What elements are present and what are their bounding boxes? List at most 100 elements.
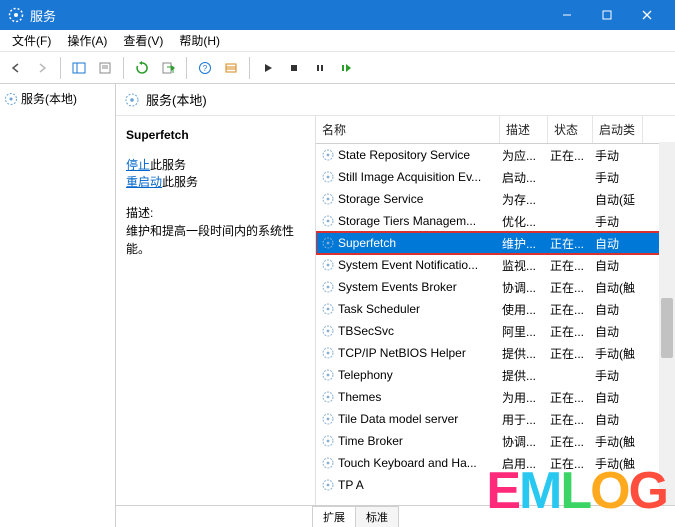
- tab-standard[interactable]: 标准: [355, 506, 399, 527]
- table-row[interactable]: Storage Service为存...自动(延: [316, 188, 675, 210]
- cell-start: 手动: [595, 147, 645, 164]
- cell-desc: 优化...: [502, 213, 550, 230]
- restart-link[interactable]: 重启动: [126, 175, 162, 189]
- header-name[interactable]: 名称: [316, 116, 500, 143]
- table-row[interactable]: Still Image Acquisition Ev...启动...手动: [316, 166, 675, 188]
- menu-view[interactable]: 查看(V): [115, 30, 171, 51]
- table-row[interactable]: Telephony提供...手动: [316, 364, 675, 386]
- table-row[interactable]: TBSecSvc阿里...正在...自动: [316, 320, 675, 342]
- header-start[interactable]: 启动类: [593, 116, 643, 143]
- stop-service-button[interactable]: [282, 56, 306, 80]
- table-row[interactable]: System Events Broker协调...正在...自动(触: [316, 276, 675, 298]
- show-hide-tree-button[interactable]: [67, 56, 91, 80]
- list-header: 名称 描述 状态 启动类: [316, 116, 675, 144]
- tree-root-label: 服务(本地): [21, 90, 77, 107]
- stop-link[interactable]: 停止: [126, 158, 150, 172]
- header-status[interactable]: 状态: [548, 116, 593, 143]
- service-name-heading: Superfetch: [126, 128, 305, 142]
- table-row[interactable]: TP A: [316, 474, 675, 496]
- tab-extended[interactable]: 扩展: [312, 506, 356, 527]
- cell-name: Touch Keyboard and Ha...: [336, 456, 502, 470]
- list-view-button[interactable]: [219, 56, 243, 80]
- cell-status: 正在...: [550, 301, 595, 318]
- tabs: 扩展 标准: [116, 505, 675, 527]
- gear-icon: [4, 92, 18, 106]
- gear-icon: [320, 456, 336, 470]
- restart-service-button[interactable]: [334, 56, 358, 80]
- gear-icon: [320, 236, 336, 250]
- table-row[interactable]: Tile Data model server用于...正在...自动: [316, 408, 675, 430]
- cell-desc: 阿里...: [502, 323, 550, 340]
- maximize-button[interactable]: [587, 0, 627, 30]
- svg-text:?: ?: [203, 64, 208, 73]
- table-row[interactable]: Task Scheduler使用...正在...自动: [316, 298, 675, 320]
- cell-start: 手动(触: [595, 345, 645, 362]
- body: 服务(本地) 服务(本地) Superfetch 停止此服务 重启动此服务 描述…: [0, 84, 675, 527]
- menu-file[interactable]: 文件(F): [4, 30, 59, 51]
- cell-status: 正在...: [550, 323, 595, 340]
- gear-icon: [320, 324, 336, 338]
- cell-desc: 监视...: [502, 257, 550, 274]
- properties-button[interactable]: [93, 56, 117, 80]
- cell-name: Telephony: [336, 368, 502, 382]
- tree-pane: 服务(本地): [0, 84, 116, 527]
- table-row[interactable]: Time Broker协调...正在...手动(触: [316, 430, 675, 452]
- close-button[interactable]: [627, 0, 667, 30]
- toolbar: ?: [0, 52, 675, 84]
- separator: [186, 57, 187, 79]
- table-row[interactable]: System Event Notificatio...监视...正在...自动: [316, 254, 675, 276]
- tree-root-services[interactable]: 服务(本地): [2, 88, 113, 109]
- cell-name: Themes: [336, 390, 502, 404]
- cell-start: 自动(触: [595, 279, 645, 296]
- table-row[interactable]: Storage Tiers Managem...优化...手动: [316, 210, 675, 232]
- cell-status: 正在...: [550, 235, 595, 252]
- help-button[interactable]: ?: [193, 56, 217, 80]
- minimize-button[interactable]: [547, 0, 587, 30]
- restart-suffix: 此服务: [162, 175, 198, 189]
- cell-name: State Repository Service: [336, 148, 502, 162]
- menu-help[interactable]: 帮助(H): [171, 30, 228, 51]
- panel-header: 服务(本地): [116, 84, 675, 116]
- menu-action[interactable]: 操作(A): [59, 30, 115, 51]
- cell-desc: 维护...: [502, 235, 550, 252]
- gear-icon: [320, 148, 336, 162]
- gear-icon: [320, 302, 336, 316]
- start-service-button[interactable]: [256, 56, 280, 80]
- cell-start: 自动: [595, 257, 645, 274]
- export-button[interactable]: [156, 56, 180, 80]
- cell-status: 正在...: [550, 455, 595, 472]
- separator: [249, 57, 250, 79]
- table-row[interactable]: Touch Keyboard and Ha...启用...正在...手动(触: [316, 452, 675, 474]
- cell-name: System Event Notificatio...: [336, 258, 502, 272]
- cell-start: 手动(触: [595, 455, 645, 472]
- cell-name: TCP/IP NetBIOS Helper: [336, 346, 502, 360]
- back-button[interactable]: [4, 56, 28, 80]
- cell-start: 自动: [595, 411, 645, 428]
- cell-desc: 为应...: [502, 147, 550, 164]
- cell-start: 自动: [595, 389, 645, 406]
- cell-status: 正在...: [550, 345, 595, 362]
- panel-title: 服务(本地): [146, 90, 207, 109]
- table-row[interactable]: Themes为用...正在...自动: [316, 386, 675, 408]
- scrollbar[interactable]: [659, 142, 675, 505]
- cell-status: 正在...: [550, 279, 595, 296]
- cell-desc: 协调...: [502, 279, 550, 296]
- desc-label: 描述:: [126, 206, 153, 220]
- scrollbar-thumb[interactable]: [661, 298, 673, 358]
- cell-desc: 用于...: [502, 411, 550, 428]
- gear-icon: [320, 192, 336, 206]
- table-row[interactable]: Superfetch维护...正在...自动: [316, 232, 675, 254]
- refresh-button[interactable]: [130, 56, 154, 80]
- table-row[interactable]: TCP/IP NetBIOS Helper提供...正在...手动(触: [316, 342, 675, 364]
- cell-start: 手动: [595, 169, 645, 186]
- pause-service-button[interactable]: [308, 56, 332, 80]
- cell-name: Storage Tiers Managem...: [336, 214, 502, 228]
- gear-icon: [320, 368, 336, 382]
- table-row[interactable]: State Repository Service为应...正在...手动: [316, 144, 675, 166]
- desc-text: 维护和提高一段时间内的系统性能。: [126, 224, 294, 256]
- forward-button[interactable]: [30, 56, 54, 80]
- header-desc[interactable]: 描述: [500, 116, 548, 143]
- cell-start: 手动: [595, 367, 645, 384]
- gear-icon: [320, 390, 336, 404]
- gear-icon: [320, 346, 336, 360]
